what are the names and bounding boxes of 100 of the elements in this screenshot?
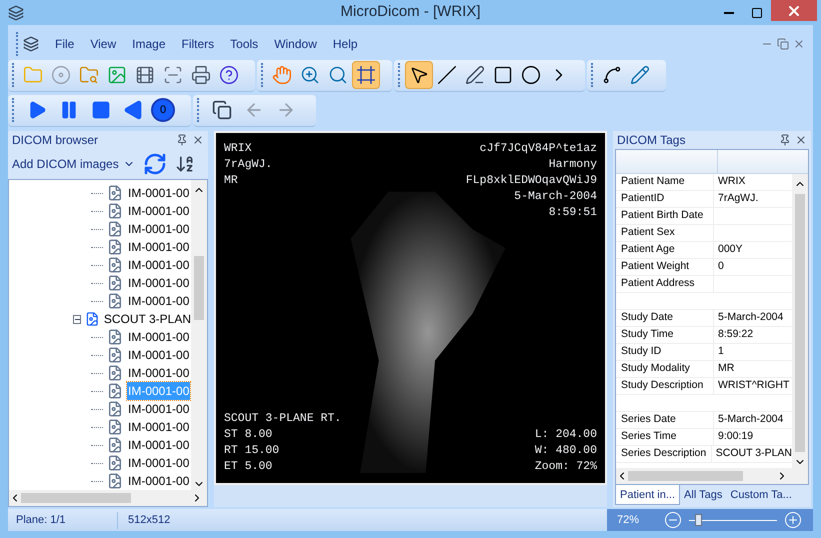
- image-viewer[interactable]: WRIX 7rAgWJ. MR cJf7JCqV84P^te1az Harmony FLp8xklEDWOqavQWiJ9 5-March-2004 8:59:51 SCOUT 3-PLANE RT. ST 8.00 RT 15.00 ET 5.00 L: 204.00 W: 480.00 Zoom: 72%: [214, 131, 607, 486]
- film-reel-icon: [135, 65, 155, 86]
- pin-icon[interactable]: [779, 134, 791, 146]
- tag-value: 8:59:22: [717, 327, 754, 342]
- play-backward-icon: [123, 100, 143, 120]
- tag-name: Patient Birth Date: [616, 208, 714, 224]
- tree-item[interactable]: IM-0001-00: [127, 400, 190, 418]
- close-icon[interactable]: [795, 134, 807, 146]
- tree-item[interactable]: IM-0001-00: [127, 346, 190, 364]
- tab[interactable]: Patient in...: [615, 485, 680, 506]
- stop-icon: [91, 100, 111, 120]
- status-text: 512x512: [127, 513, 170, 528]
- overlay-text: SCOUT 3-PLANE RT.: [224, 411, 342, 428]
- tag-value: 9:00:19: [717, 429, 754, 444]
- panel-title: DICOM Tags: [617, 132, 686, 150]
- horizontal-scrollbar[interactable]: [9, 490, 207, 506]
- tree-item[interactable]: IM-0001-00: [127, 472, 190, 490]
- overlay-text: Zoom: 72%: [534, 459, 597, 476]
- tag-name: Study Modality: [616, 361, 714, 378]
- scrollbar-thumb[interactable]: [21, 493, 131, 504]
- restore-icon[interactable]: [777, 38, 789, 50]
- sort-icon[interactable]: [174, 154, 195, 174]
- close-icon[interactable]: [192, 134, 204, 146]
- tag-name: Series Date: [616, 412, 714, 428]
- freehand-pen-icon: [465, 65, 485, 86]
- overlay-text: MR: [224, 173, 238, 190]
- printer-icon: [191, 65, 211, 86]
- tag-value: 1: [717, 344, 724, 360]
- menu-item[interactable]: View: [82, 35, 124, 54]
- window-title: MicroDicom - [WRIX]: [340, 2, 480, 22]
- image-file-icon: [107, 221, 123, 238]
- menu-item[interactable]: Image: [124, 35, 174, 54]
- tree-item[interactable]: IM-0001-00: [127, 238, 190, 256]
- tree-item[interactable]: IM-0001-00: [127, 418, 190, 436]
- overlay-text: FLp8xklEDWOqavQWiJ9: [466, 173, 597, 190]
- tag-name: Patient Age: [616, 242, 714, 258]
- folder-icon: [23, 65, 43, 86]
- overlay-text: Harmony: [548, 157, 597, 174]
- fit-frame-icon: [356, 65, 376, 86]
- tag-name: Patient Name: [616, 174, 714, 190]
- scrollbar-thumb[interactable]: [628, 471, 743, 482]
- tree-item[interactable]: IM-0001-00: [127, 256, 190, 274]
- overlay-text: W: 480.00: [534, 443, 597, 460]
- toolbar-button[interactable]: [405, 61, 433, 90]
- tree-item[interactable]: IM-0001-00: [127, 436, 190, 454]
- tree-item[interactable]: IM-0001-00: [127, 220, 190, 238]
- pin-icon[interactable]: [176, 134, 188, 146]
- windows-icon: [212, 100, 232, 120]
- tree-item[interactable]: IM-0001-00: [127, 274, 190, 292]
- image-file-icon: [107, 419, 123, 436]
- tag-value: 5-March-2004: [717, 412, 784, 428]
- tag-name: Series Description: [616, 446, 712, 462]
- zoom-slider[interactable]: [689, 514, 777, 526]
- tree-item[interactable]: IM-0001-00: [127, 328, 190, 346]
- image-file-icon: [107, 329, 123, 346]
- image-file-icon: [107, 401, 123, 418]
- refresh-icon[interactable]: [142, 152, 167, 176]
- close-icon[interactable]: [793, 38, 805, 50]
- scrollbar-thumb[interactable]: [795, 194, 805, 452]
- tree-item[interactable]: IM-0001-00: [127, 292, 190, 310]
- series-icon: [85, 311, 100, 328]
- zoom-in-button[interactable]: [785, 512, 801, 528]
- scrollbar-thumb[interactable]: [194, 256, 204, 320]
- zoom-out-button[interactable]: [665, 512, 681, 528]
- horizontal-scrollbar[interactable]: [616, 468, 808, 484]
- overlay-text: ST 8.00: [224, 427, 272, 444]
- ellipse-icon: [521, 65, 541, 86]
- tag-value: 0: [717, 259, 724, 274]
- close-button[interactable]: [771, 0, 817, 21]
- tree-item[interactable]: IM-0001-00: [127, 454, 190, 472]
- add-images-button[interactable]: Add DICOM images: [12, 155, 135, 174]
- folder-search-icon: [79, 65, 99, 86]
- toolbar-button[interactable]: [352, 61, 380, 90]
- zoom-icon: [300, 65, 320, 86]
- menu-item[interactable]: File: [47, 35, 82, 54]
- tag-name: PatientID: [616, 191, 714, 208]
- menu-item[interactable]: Filters: [174, 35, 222, 54]
- menu-item[interactable]: Help: [324, 35, 366, 54]
- overlay-text: ET 5.00: [224, 459, 272, 476]
- tree-item[interactable]: IM-0001-00: [127, 202, 190, 220]
- tab[interactable]: All Tags: [680, 485, 726, 506]
- image-file-icon: [107, 275, 123, 292]
- menu-item[interactable]: Window: [266, 35, 325, 54]
- counter-button[interactable]: 0: [151, 98, 175, 122]
- slider-thumb[interactable]: [694, 514, 702, 526]
- tree-item[interactable]: IM-0001-00: [127, 184, 190, 202]
- menu-item[interactable]: Tools: [222, 35, 266, 54]
- picture-icon: [107, 65, 127, 86]
- tag-value: 5-March-2004: [717, 310, 784, 326]
- vertical-scrollbar[interactable]: [792, 174, 808, 468]
- tag-value: 7rAgWJ.: [717, 191, 758, 206]
- line-icon: [437, 65, 457, 86]
- tree-item[interactable]: SCOUT 3-PLAN: [104, 310, 191, 328]
- overlay-text: 7rAgWJ.: [224, 157, 272, 174]
- panel-title: DICOM browser: [12, 132, 98, 150]
- vertical-scrollbar[interactable]: [191, 180, 207, 490]
- collapse-toggle[interactable]: [73, 314, 82, 324]
- tab[interactable]: Custom Ta...: [726, 485, 796, 506]
- tag-value: SCOUT 3-PLAN: [714, 446, 792, 462]
- tree-item[interactable]: IM-0001-00: [127, 364, 190, 382]
